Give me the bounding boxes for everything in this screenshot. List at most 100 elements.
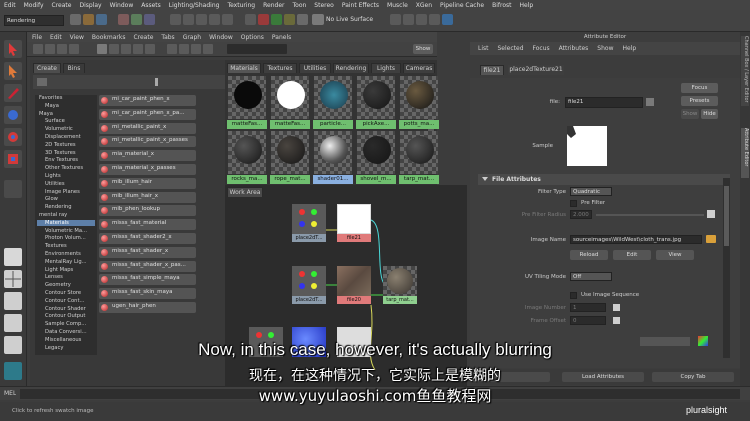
node-list-item[interactable]: mia_material_x [99,150,196,162]
ae-menu-show[interactable]: Show [597,45,613,52]
tab-create[interactable]: Create [33,63,61,73]
ae-menu-list[interactable]: List [478,45,489,52]
menu-texturing[interactable]: Texturing [227,2,255,9]
menu-xgen[interactable]: XGen [416,2,432,9]
snap-view-plane-icon[interactable] [209,14,220,25]
material-swatch[interactable]: rope_mat... [270,130,310,185]
pre-filter-radius-field[interactable]: 2.000 [570,210,592,219]
menu-create[interactable]: Create [52,2,72,9]
hide-attrs-button[interactable]: Hide [701,109,718,119]
tree-item[interactable]: Utilities [37,181,65,187]
node-list-item[interactable]: mi_metallic_paint_x_passes [99,136,196,148]
tree-item[interactable]: Data Conversi... [37,329,87,335]
show-attrs-button[interactable]: Show [681,109,699,119]
tree-item[interactable]: Contour Store [37,290,81,296]
input-connections-icon[interactable] [109,44,119,54]
select-tool-icon[interactable] [4,40,22,58]
use-image-sequence-checkbox[interactable] [570,292,577,299]
material-swatch[interactable]: shader01... [313,130,353,185]
image-number-map-icon[interactable] [613,304,620,311]
scale-tool-icon[interactable] [4,150,22,168]
symmetry-icon[interactable] [390,14,401,25]
material-swatch[interactable]: rocks_ma... [227,130,267,185]
node-list-item[interactable]: misss_fast_simple_maya [99,274,196,286]
tree-item[interactable]: Volumetric Ma... [37,228,87,234]
menu-bifrost[interactable]: Bifrost [492,2,511,9]
node-list-item[interactable]: misss_fast_shader_x [99,246,196,258]
node-list-item[interactable]: mi_car_paint_phen_x_pa... [99,108,196,120]
tree-item[interactable]: Lights [37,173,61,179]
show-top-tabs-icon[interactable] [45,44,55,54]
magnet-icon[interactable] [312,14,324,25]
graph-node-file20[interactable]: file20 [337,266,371,304]
graph-node-place2d-1[interactable]: place2dT... [292,204,326,242]
select-component-icon[interactable] [144,14,155,25]
node-list-item[interactable]: mi_car_paint_phen_x [99,95,196,106]
focus-button[interactable]: Focus [681,83,718,93]
tree-item[interactable]: Glow [37,196,58,202]
tree-item[interactable]: Contour Cont... [37,298,84,304]
menu-modify[interactable]: Modify [24,2,44,9]
show-button[interactable]: Show [413,44,433,54]
large-icons-icon[interactable] [203,44,213,54]
menu-pipeline-cache[interactable]: Pipeline Cache [440,2,484,9]
tree-item[interactable]: Displacement [37,134,81,140]
tree-item[interactable]: Surface [37,118,65,124]
graph-node-place2d-2[interactable]: place2dT... [292,266,326,304]
hs-menu-bookmarks[interactable]: Bookmarks [92,34,126,41]
clear-graph-icon[interactable] [145,44,155,54]
ae-scrollbar-thumb[interactable] [724,186,729,246]
hs-menu-graph[interactable]: Graph [183,34,201,41]
image-name-field[interactable]: sourceimages\WildWest\cloth_trans.jpg [570,235,702,244]
node-list-item[interactable]: misss_fast_material [99,219,196,231]
hs-menu-options[interactable]: Options [241,34,264,41]
render-current-frame-icon[interactable] [258,14,269,25]
pre-filter-checkbox[interactable] [570,200,577,207]
tree-item[interactable]: Geometry [37,282,71,288]
four-view-layout-icon[interactable] [4,270,22,288]
show-bottom-tabs-icon[interactable] [57,44,67,54]
edit-button[interactable]: Edit [613,250,651,260]
node-list-item[interactable]: mib_illum_hair_x [99,191,196,203]
tree-item[interactable]: Light Maps [37,267,73,273]
ae-menu-attributes[interactable]: Attributes [559,45,589,52]
tree-item[interactable]: Other Textures [37,165,83,171]
tab-bins[interactable]: Bins [63,63,85,73]
reload-button[interactable]: Reload [570,250,608,260]
tab-lights[interactable]: Lights [371,63,401,73]
ipr-render-icon[interactable] [271,14,282,25]
render-settings-icon[interactable] [284,14,295,25]
node-list-item[interactable]: mi_metallic_paint_x [99,122,196,134]
new-scene-icon[interactable] [70,14,81,25]
save-scene-icon[interactable] [96,14,107,25]
lasso-tool-icon[interactable] [4,62,22,80]
tree-item[interactable]: Favorites [37,95,62,101]
material-swatch[interactable]: shovel_m... [356,130,396,185]
graph-node-tarp-material[interactable]: tarp_mat... [383,266,417,304]
view-button[interactable]: View [656,250,694,260]
hypershade-icon[interactable] [297,14,308,25]
xgen-icon[interactable] [442,14,453,25]
map-button-icon[interactable] [707,210,715,218]
material-swatch[interactable]: matteFas... [270,75,310,130]
show-both-tabs-icon[interactable] [69,44,79,54]
ae-scrollbar[interactable] [723,178,730,358]
rearrange-graph-icon[interactable] [167,44,177,54]
filter-type-dropdown[interactable]: Quadratic [570,187,612,196]
menu-assets[interactable]: Assets [141,2,161,9]
small-icons-icon[interactable] [179,44,189,54]
toggle-panel-icon[interactable] [429,14,440,25]
slider-handle[interactable] [155,78,158,86]
uv-tiling-mode-dropdown[interactable]: Off [570,272,612,281]
tree-item[interactable]: Maya [37,103,59,109]
hs-menu-view[interactable]: View [70,34,84,41]
single-perspective-layout-icon[interactable] [4,248,22,266]
menu-set-dropdown[interactable]: Rendering [4,15,64,26]
menu-display[interactable]: Display [79,2,101,9]
medium-icons-icon[interactable] [191,44,201,54]
graph-node-file21[interactable]: file21 [337,204,371,242]
hs-menu-tabs[interactable]: Tabs [161,34,174,41]
snap-point-icon[interactable] [196,14,207,25]
menu-stereo[interactable]: Stereo [314,2,334,9]
image-number-field[interactable]: 1 [570,303,606,312]
